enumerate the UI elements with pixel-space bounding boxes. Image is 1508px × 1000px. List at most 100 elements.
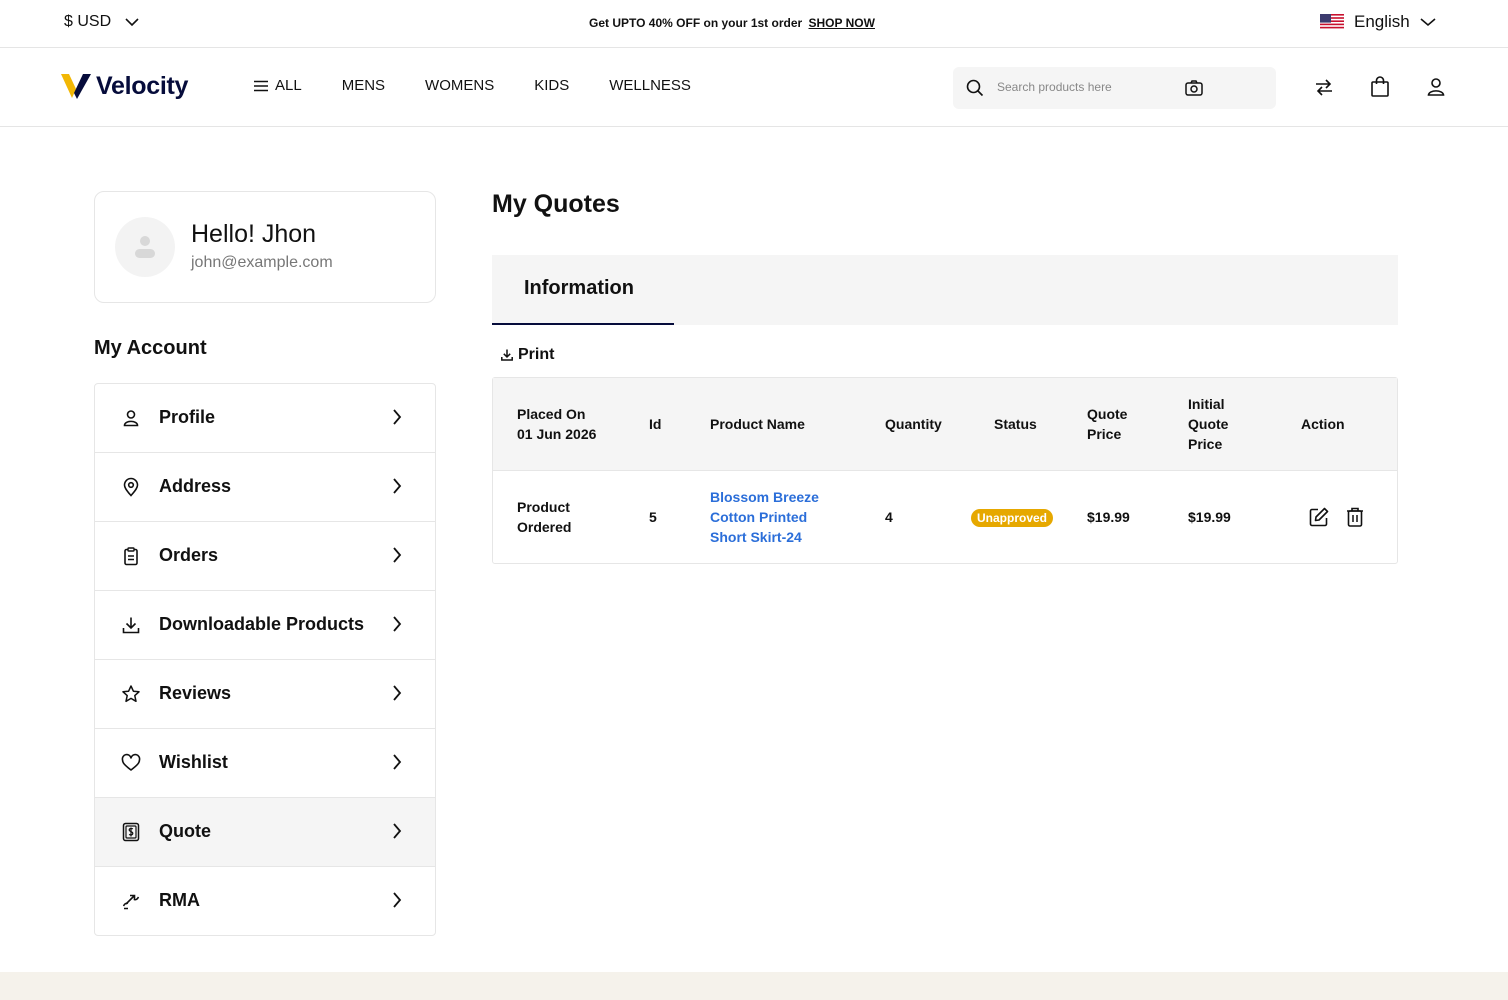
nav-kids[interactable]: KIDS — [534, 77, 569, 94]
chevron-right-icon — [393, 409, 402, 425]
status-badge: Unapproved — [971, 509, 1054, 527]
placed-on-label: Placed On — [517, 406, 586, 422]
shop-now-link[interactable]: SHOP NOW — [809, 16, 875, 30]
chevron-right-icon — [393, 892, 402, 908]
col-quote-price: Quote Price — [1087, 404, 1127, 444]
col-initial-quote-price: Initial Quote Price — [1188, 394, 1228, 454]
account-icon[interactable] — [1426, 76, 1446, 98]
menu-item-downloadable-products[interactable]: Downloadable Products — [95, 591, 435, 660]
download-small-icon — [501, 349, 513, 361]
avatar-placeholder-icon — [135, 236, 155, 258]
velocity-logo-icon — [61, 74, 91, 99]
cell-id: 5 — [649, 509, 657, 525]
user-icon — [123, 410, 139, 427]
menu-label: RMA — [159, 890, 200, 910]
menu-label: Profile — [159, 407, 216, 427]
nav-wellness[interactable]: WELLNESS — [609, 77, 691, 94]
print-button[interactable]: Print — [500, 346, 554, 364]
nav-kids-label: KIDS — [534, 77, 570, 94]
nav-all[interactable]: ALL — [254, 77, 302, 94]
menu-item-address[interactable]: Address — [95, 453, 435, 522]
table-header — [493, 378, 1397, 471]
page-title: My Quotes — [492, 190, 620, 218]
product-link[interactable]: Blossom Breeze Cotton Printed Short Skir… — [710, 487, 819, 547]
chevron-right-icon — [393, 685, 402, 701]
quotes-table: Placed On 01 Jun 2026 Id Product Name Qu… — [492, 377, 1398, 564]
menu-label: Reviews — [159, 683, 232, 703]
menu-item-profile[interactable]: Profile — [95, 384, 435, 453]
nav-mens[interactable]: MENS — [342, 77, 385, 94]
cell-initial-quote-price: $19.99 — [1188, 509, 1231, 525]
heart-icon — [121, 753, 141, 771]
menu-label: Downloadable Products — [159, 614, 365, 634]
nav-wellness-label: WELLNESS — [609, 77, 691, 94]
hamburger-menu-icon — [254, 80, 268, 91]
menu-label: Quote — [159, 821, 211, 841]
logo[interactable]: Velocity — [60, 71, 188, 101]
exchange-icon — [122, 894, 140, 910]
col-initial-line3: Price — [1188, 436, 1223, 452]
main-nav: ALL MENS WOMENS KIDS WELLNESS — [254, 77, 691, 94]
chevron-right-icon — [393, 823, 402, 839]
product-name-line2: Cotton Printed — [710, 509, 808, 525]
quote-icon — [122, 822, 140, 842]
placed-on-date: 01 Jun 2026 — [517, 426, 597, 442]
user-email: john@example.com — [191, 254, 333, 271]
clipboard-icon — [124, 547, 138, 566]
promo-text: Get UPTO 40% OFF on your 1st order — [589, 16, 803, 30]
print-label: Print — [518, 346, 555, 363]
tab-information-label: Information — [524, 277, 634, 299]
nav-mens-label: MENS — [341, 77, 386, 94]
account-menu: Profile Address Orders Downloadable Prod… — [94, 383, 436, 936]
col-action: Action — [1301, 416, 1345, 432]
compare-icon[interactable] — [1313, 76, 1335, 98]
location-pin-icon — [123, 477, 139, 497]
product-name-line1: Blossom Breeze — [710, 489, 819, 505]
chevron-right-icon — [393, 478, 402, 494]
tab-information[interactable]: Information — [492, 255, 674, 325]
row-label: Product Ordered — [517, 497, 571, 537]
language-selector[interactable]: English — [1320, 12, 1436, 32]
cell-quote-price: $19.99 — [1087, 509, 1130, 525]
product-name-line3: Short Skirt-24 — [710, 529, 802, 545]
chevron-down-icon — [1420, 18, 1436, 27]
us-flag-icon — [1320, 14, 1344, 30]
main-header: Velocity ALL MENS WOMENS KIDS WELLNESS — [0, 49, 1508, 127]
row-label-line2: Ordered — [517, 519, 572, 535]
nav-womens-label: WOMENS — [425, 77, 495, 94]
my-account-heading: My Account — [94, 337, 207, 359]
edit-icon[interactable] — [1308, 506, 1330, 528]
col-initial-line1: Initial — [1188, 396, 1225, 412]
col-quantity: Quantity — [885, 416, 942, 432]
menu-item-reviews[interactable]: Reviews — [95, 660, 435, 729]
menu-item-quote[interactable]: Quote — [95, 798, 435, 867]
cell-quantity: 4 — [885, 509, 893, 525]
chevron-right-icon — [393, 547, 402, 563]
col-initial-line2: Quote — [1188, 416, 1229, 432]
search-icon[interactable] — [965, 78, 985, 98]
menu-label: Wishlist — [159, 752, 228, 772]
top-strip: $ USD Get UPTO 40% OFF on your 1st order… — [0, 0, 1508, 48]
camera-icon[interactable] — [1184, 78, 1204, 98]
download-icon — [122, 617, 140, 634]
language-label: English — [1354, 12, 1410, 31]
search-bar — [953, 67, 1276, 109]
avatar — [115, 217, 175, 277]
cart-icon[interactable] — [1370, 76, 1390, 98]
greeting-name: Hello! Jhon — [191, 220, 317, 248]
chevron-right-icon — [393, 754, 402, 770]
search-input[interactable] — [997, 80, 1207, 94]
col-status: Status — [994, 416, 1037, 432]
promo-banner: Get UPTO 40% OFF on your 1st order SHOP … — [0, 16, 1464, 30]
menu-item-rma[interactable]: RMA — [95, 867, 435, 935]
menu-item-wishlist[interactable]: Wishlist — [95, 729, 435, 798]
col-quote-price-line2: Price — [1087, 426, 1122, 442]
delete-icon[interactable] — [1345, 506, 1365, 528]
nav-all-label: ALL — [275, 77, 302, 94]
menu-item-orders[interactable]: Orders — [95, 522, 435, 591]
nav-womens[interactable]: WOMENS — [425, 77, 494, 94]
logo-text: Velocity — [96, 71, 189, 100]
tab-bar: Information — [492, 255, 1398, 325]
col-quote-price-line1: Quote — [1087, 406, 1128, 422]
footer-band — [0, 972, 1508, 1000]
